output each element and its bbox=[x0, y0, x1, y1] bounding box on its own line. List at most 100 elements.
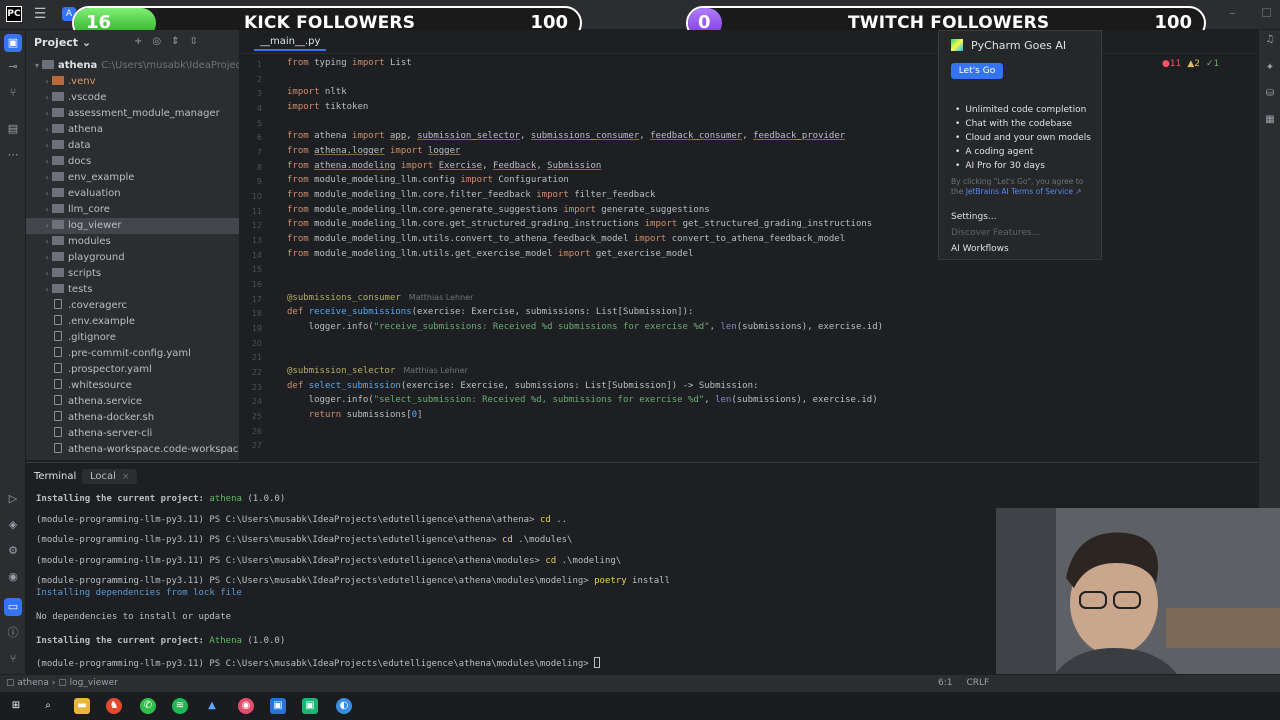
git-icon[interactable]: ⑂ bbox=[4, 650, 22, 668]
terms-of-service-link[interactable]: JetBrains AI Terms of Service ↗ bbox=[966, 187, 1082, 196]
pycharm-app-icon[interactable]: PC bbox=[6, 6, 22, 22]
locate-icon[interactable]: ◎ bbox=[152, 36, 161, 47]
services-icon[interactable]: ⚙ bbox=[4, 542, 22, 560]
more-tools-icon[interactable]: ⋯ bbox=[4, 146, 22, 164]
line-number: 4 bbox=[256, 104, 262, 113]
tree-item[interactable]: › playground bbox=[26, 250, 239, 266]
line-number: 3 bbox=[256, 89, 262, 98]
chevron-right-icon[interactable]: › bbox=[42, 282, 52, 298]
pycharm-taskbar-icon[interactable]: ▣ bbox=[302, 698, 318, 714]
code-line: @submissions_consumer Matthias Lehner bbox=[287, 293, 474, 303]
line-number: 26 bbox=[251, 427, 262, 436]
structure-icon[interactable]: ▤ bbox=[4, 120, 22, 138]
close-icon[interactable]: × bbox=[122, 472, 130, 482]
caret-position[interactable]: 6:1 bbox=[938, 678, 952, 688]
chevron-right-icon[interactable]: › bbox=[42, 106, 52, 122]
lets-go-button[interactable]: Let's Go bbox=[951, 63, 1003, 79]
sciview-icon[interactable]: ▦ bbox=[1263, 114, 1277, 128]
intellij-icon[interactable]: ▣ bbox=[270, 698, 286, 714]
project-tool-icon[interactable]: ▣ bbox=[4, 34, 22, 52]
tree-item[interactable]: › modules bbox=[26, 234, 239, 250]
inspection-widget[interactable]: ●11 ▲2 ✓1 bbox=[1162, 59, 1219, 69]
terminal-line: (module-programming-llm-py3.11) PS C:\Us… bbox=[36, 657, 601, 669]
tree-item[interactable]: › env_example bbox=[26, 170, 239, 186]
tree-item[interactable]: .pre-commit-config.yaml bbox=[26, 346, 239, 362]
collapse-all-icon[interactable]: ⇳ bbox=[190, 36, 198, 47]
edge-icon[interactable]: ◐ bbox=[336, 698, 352, 714]
tree-item[interactable]: › evaluation bbox=[26, 186, 239, 202]
add-file-icon[interactable]: + bbox=[134, 36, 142, 47]
expand-all-icon[interactable]: ⇕ bbox=[171, 36, 179, 47]
chevron-right-icon[interactable]: › bbox=[42, 234, 52, 250]
chevron-right-icon[interactable]: › bbox=[42, 170, 52, 186]
tree-item[interactable]: › log_viewer bbox=[26, 218, 239, 234]
ai-settings-item[interactable]: Settings... bbox=[951, 212, 997, 222]
tree-item[interactable]: .gitignore bbox=[26, 330, 239, 346]
chevron-right-icon[interactable]: › bbox=[42, 218, 52, 234]
terminal-tool-icon[interactable]: ▭ bbox=[4, 598, 22, 616]
python-packages-icon[interactable]: ◈ bbox=[4, 516, 22, 534]
chevron-right-icon[interactable]: › bbox=[42, 250, 52, 266]
main-menu-icon[interactable]: ☰ bbox=[32, 6, 48, 22]
folder-icon bbox=[52, 124, 64, 133]
terminal-title[interactable]: Terminal bbox=[34, 471, 76, 482]
terminal-line: No dependencies to install or update bbox=[36, 612, 232, 622]
chevron-right-icon[interactable]: › bbox=[42, 138, 52, 154]
chevron-right-icon[interactable]: › bbox=[42, 154, 52, 170]
tree-item[interactable]: › docs bbox=[26, 154, 239, 170]
tree-item[interactable]: athena-server-cli bbox=[26, 426, 239, 442]
python-console-icon[interactable]: ◉ bbox=[4, 568, 22, 586]
chevron-right-icon[interactable]: › bbox=[42, 186, 52, 202]
tree-item[interactable]: .whitesource bbox=[26, 378, 239, 394]
code-editor[interactable]: from typing import List import nltk impo… bbox=[287, 56, 927, 460]
spotify-icon[interactable]: ≋ bbox=[172, 698, 188, 714]
ai-assistant-icon[interactable]: ✦ bbox=[1263, 62, 1277, 76]
run-icon[interactable]: ▷ bbox=[4, 490, 22, 508]
chevron-right-icon[interactable]: › bbox=[42, 90, 52, 106]
line-separator[interactable]: CRLF bbox=[966, 678, 989, 688]
commit-icon[interactable]: ⊸ bbox=[4, 58, 22, 76]
tab-main-py[interactable]: __main__.py bbox=[254, 34, 327, 51]
breadcrumb[interactable]: ▢ athena › ▢ log_viewer bbox=[6, 678, 118, 688]
minimize-icon[interactable]: – bbox=[1229, 6, 1235, 20]
pull-requests-icon[interactable]: ⑂ bbox=[4, 84, 22, 102]
chevron-right-icon[interactable]: › bbox=[42, 74, 52, 90]
project-panel-title[interactable]: Project ⌄ bbox=[34, 36, 91, 49]
chevron-right-icon[interactable]: › bbox=[42, 122, 52, 138]
file-explorer-icon[interactable]: ▬ bbox=[74, 698, 90, 714]
tree-item[interactable]: › assessment_module_manager bbox=[26, 106, 239, 122]
tree-item[interactable]: › scripts bbox=[26, 266, 239, 282]
chrome-icon[interactable]: ◉ bbox=[238, 698, 254, 714]
tree-item[interactable]: athena-docker.sh bbox=[26, 410, 239, 426]
tree-item[interactable]: athena.service bbox=[26, 394, 239, 410]
tree-item[interactable]: .env.example bbox=[26, 314, 239, 330]
tree-item[interactable]: › .venv bbox=[26, 74, 239, 90]
tree-root-row[interactable]: ▾ athenaC:\Users\musabk\IdeaProjects\edu bbox=[26, 58, 239, 74]
folder-icon bbox=[52, 204, 64, 213]
database-icon[interactable]: ⛁ bbox=[1263, 88, 1277, 102]
tree-item-label: llm_core bbox=[68, 204, 110, 215]
tree-item[interactable]: › data bbox=[26, 138, 239, 154]
ai-workflows-item[interactable]: AI Workflows bbox=[951, 244, 1009, 254]
tree-item[interactable]: › athena bbox=[26, 122, 239, 138]
windows-start-icon[interactable]: ⊞ bbox=[8, 698, 24, 714]
tree-item[interactable]: athena-workspace.code-workspace bbox=[26, 442, 239, 458]
tree-item[interactable]: › llm_core bbox=[26, 202, 239, 218]
search-icon[interactable]: ⌕ bbox=[40, 698, 56, 714]
tree-item[interactable]: › .vscode bbox=[26, 90, 239, 106]
chevron-right-icon[interactable]: › bbox=[42, 266, 52, 282]
maximize-icon[interactable]: ☐ bbox=[1261, 6, 1272, 20]
file-icon bbox=[54, 379, 62, 389]
tree-item[interactable]: .prospector.yaml bbox=[26, 362, 239, 378]
discover-features-item[interactable]: Discover Features... bbox=[951, 228, 1040, 238]
arc-icon[interactable]: ▲ bbox=[204, 698, 220, 714]
tab-local[interactable]: Local × bbox=[82, 469, 138, 484]
brave-icon[interactable]: ♞ bbox=[106, 698, 122, 714]
chevron-right-icon[interactable]: › bbox=[42, 202, 52, 218]
terminal-cursor bbox=[594, 657, 601, 668]
notifications-icon[interactable]: ♫ bbox=[1263, 34, 1277, 48]
problems-icon[interactable]: ⓘ bbox=[4, 624, 22, 642]
tree-item[interactable]: › tests bbox=[26, 282, 239, 298]
tree-item[interactable]: .coveragerc bbox=[26, 298, 239, 314]
whatsapp-icon[interactable]: ✆ bbox=[140, 698, 156, 714]
